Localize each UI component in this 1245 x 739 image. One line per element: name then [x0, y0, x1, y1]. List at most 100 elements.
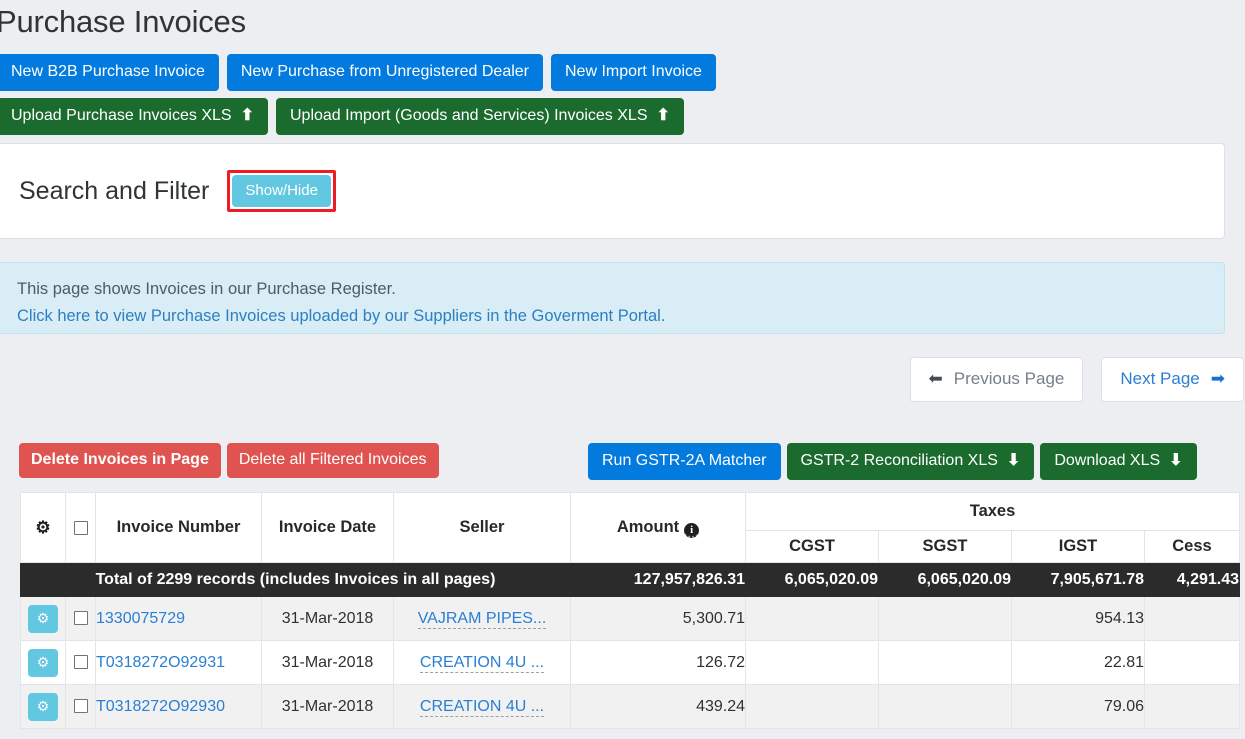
- search-and-filter-title: Search and Filter: [19, 176, 210, 205]
- column-header-taxes-group: Taxes: [745, 492, 1240, 531]
- row-invoice-number-cell[interactable]: 1330075729: [95, 596, 262, 641]
- search-and-filter-panel: Search and Filter Show/Hide: [0, 143, 1225, 239]
- next-page-button[interactable]: Next Page ➡: [1101, 357, 1244, 402]
- purchase-invoices-page: Purchase Invoices New B2B Purchase Invoi…: [0, 0, 1245, 739]
- row-seller-cell[interactable]: CREATION 4U ...: [393, 640, 571, 685]
- row-amount-cell: 439.24: [570, 684, 746, 729]
- show-hide-toggle-button[interactable]: Show/Hide: [232, 175, 331, 207]
- delete-invoices-in-page-button[interactable]: Delete Invoices in Page: [19, 443, 221, 478]
- column-header-cess[interactable]: Cess: [1144, 530, 1240, 563]
- info-banner: This page shows Invoices in our Purchase…: [0, 262, 1225, 334]
- upload-import-invoices-xls-button[interactable]: Upload Import (Goods and Services) Invoi…: [275, 98, 684, 135]
- run-gstr2a-matcher-label: Run GSTR-2A Matcher: [602, 452, 767, 469]
- row-cess-cell: [1144, 640, 1240, 685]
- upload-purchase-invoices-xls-label: Upload Purchase Invoices XLS: [11, 107, 232, 124]
- row-checkbox[interactable]: [73, 611, 88, 626]
- row-select-cell[interactable]: [65, 684, 96, 729]
- column-header-sgst[interactable]: SGST: [878, 530, 1012, 563]
- delete-all-filtered-invoices-button[interactable]: Delete all Filtered Invoices: [226, 443, 439, 478]
- row-gear-icon[interactable]: ⚙: [28, 692, 58, 721]
- row-amount-cell: 5,300.71: [570, 596, 746, 641]
- arrow-down-icon: ⬇: [1006, 452, 1021, 469]
- show-hide-highlight: Show/Hide: [227, 170, 336, 212]
- delete-invoices-in-page-label: Delete Invoices in Page: [31, 451, 209, 468]
- upload-purchase-invoices-xls-button[interactable]: Upload Purchase Invoices XLS ⬆: [0, 98, 268, 135]
- totals-sgst: 6,065,020.09: [878, 562, 1012, 597]
- delete-all-filtered-invoices-label: Delete all Filtered Invoices: [238, 451, 427, 468]
- column-header-invoice-date[interactable]: Invoice Date: [261, 492, 394, 563]
- row-checkbox[interactable]: [73, 699, 88, 714]
- column-header-gear[interactable]: ⚙: [20, 492, 66, 563]
- supplier-portal-link[interactable]: Click here to view Purchase Invoices upl…: [17, 303, 1224, 330]
- column-header-igst[interactable]: IGST: [1011, 530, 1145, 563]
- row-gear-icon[interactable]: ⚙: [28, 604, 58, 633]
- info-icon[interactable]: i: [684, 523, 700, 538]
- column-header-amount-label: Amount: [616, 518, 680, 536]
- invoice-number-link[interactable]: 1330075729: [96, 610, 185, 627]
- row-invoice-number-cell[interactable]: T0318272O92930: [95, 684, 262, 729]
- row-checkbox[interactable]: [73, 655, 88, 670]
- new-b2b-purchase-invoice-label: New B2B Purchase Invoice: [11, 63, 205, 80]
- row-sgst-cell: [878, 596, 1012, 641]
- arrow-right-icon: ➡: [1210, 369, 1225, 388]
- row-gear-icon[interactable]: ⚙: [28, 648, 58, 677]
- row-cess-cell: [1144, 684, 1240, 729]
- row-actions-cell[interactable]: ⚙: [20, 596, 66, 641]
- arrow-up-icon: ⬆: [656, 107, 670, 124]
- row-cess-cell: [1144, 596, 1240, 641]
- seller-link[interactable]: VAJRAM PIPES...: [417, 609, 547, 629]
- totals-label: Total of 2299 records (includes Invoices…: [20, 562, 571, 597]
- new-import-invoice-button[interactable]: New Import Invoice: [551, 54, 716, 91]
- row-invoice-date-cell: 31-Mar-2018: [261, 596, 394, 641]
- column-header-cgst[interactable]: CGST: [745, 530, 879, 563]
- new-b2b-purchase-invoice-button[interactable]: New B2B Purchase Invoice: [0, 54, 219, 91]
- column-header-select-all[interactable]: [65, 492, 96, 563]
- row-cgst-cell: [745, 684, 879, 729]
- row-igst-cell: 79.06: [1011, 684, 1145, 729]
- seller-link[interactable]: CREATION 4U ...: [419, 653, 545, 673]
- row-select-cell[interactable]: [65, 640, 96, 685]
- next-page-label: Next Page: [1120, 369, 1200, 388]
- invoices-table-container: ⚙ Invoice Number Invoice Date Seller Amo…: [20, 492, 1240, 729]
- row-cgst-cell: [745, 640, 879, 685]
- row-invoice-date-cell: 31-Mar-2018: [261, 640, 394, 685]
- gear-icon: ⚙: [35, 517, 51, 537]
- new-import-invoice-label: New Import Invoice: [565, 63, 702, 80]
- table-row[interactable]: ⚙ T0318272O92931 31-Mar-2018 CREATION 4U…: [20, 640, 1240, 685]
- row-actions-cell[interactable]: ⚙: [20, 640, 66, 685]
- row-igst-cell: 22.81: [1011, 640, 1145, 685]
- run-gstr2a-matcher-button[interactable]: Run GSTR-2A Matcher: [588, 443, 781, 480]
- pagination-controls: ⬅ Previous Page Next Page ➡: [909, 357, 1244, 402]
- row-seller-cell[interactable]: CREATION 4U ...: [393, 684, 571, 729]
- new-purchase-unregistered-dealer-button[interactable]: New Purchase from Unregistered Dealer: [226, 54, 543, 91]
- previous-page-button[interactable]: ⬅ Previous Page: [909, 357, 1084, 402]
- gstr2-reconciliation-xls-label: GSTR-2 Reconciliation XLS: [800, 452, 998, 469]
- totals-row: Total of 2299 records (includes Invoices…: [20, 562, 1240, 597]
- arrow-up-icon: ⬆: [240, 107, 254, 124]
- new-purchase-unregistered-dealer-label: New Purchase from Unregistered Dealer: [240, 63, 529, 80]
- arrow-left-icon: ⬅: [928, 369, 943, 388]
- invoice-number-link[interactable]: T0318272O92931: [96, 654, 225, 671]
- upload-import-invoices-xls-label: Upload Import (Goods and Services) Invoi…: [289, 107, 648, 124]
- row-select-cell[interactable]: [65, 596, 96, 641]
- table-row[interactable]: ⚙ 1330075729 31-Mar-2018 VAJRAM PIPES...…: [20, 596, 1240, 641]
- column-header-amount[interactable]: Amount i: [570, 492, 746, 563]
- column-header-invoice-number[interactable]: Invoice Number: [95, 492, 262, 563]
- show-hide-label: Show/Hide: [245, 182, 318, 199]
- row-invoice-number-cell[interactable]: T0318272O92931: [95, 640, 262, 685]
- invoice-number-link[interactable]: T0318272O92930: [96, 698, 225, 715]
- column-header-seller[interactable]: Seller: [393, 492, 571, 563]
- gstr2-reconciliation-xls-button[interactable]: GSTR-2 Reconciliation XLS ⬇: [786, 443, 1035, 480]
- select-all-checkbox[interactable]: [73, 520, 88, 535]
- seller-link[interactable]: CREATION 4U ...: [419, 697, 545, 717]
- totals-cgst: 6,065,020.09: [745, 562, 879, 597]
- row-cgst-cell: [745, 596, 879, 641]
- row-seller-cell[interactable]: VAJRAM PIPES...: [393, 596, 571, 641]
- new-invoice-button-group: New B2B Purchase Invoice New Purchase fr…: [0, 54, 716, 91]
- download-xls-button[interactable]: Download XLS ⬇: [1040, 443, 1197, 480]
- previous-page-label: Previous Page: [953, 369, 1065, 388]
- row-igst-cell: 954.13: [1011, 596, 1145, 641]
- table-row[interactable]: ⚙ T0318272O92930 31-Mar-2018 CREATION 4U…: [20, 684, 1240, 729]
- row-sgst-cell: [878, 640, 1012, 685]
- row-actions-cell[interactable]: ⚙: [20, 684, 66, 729]
